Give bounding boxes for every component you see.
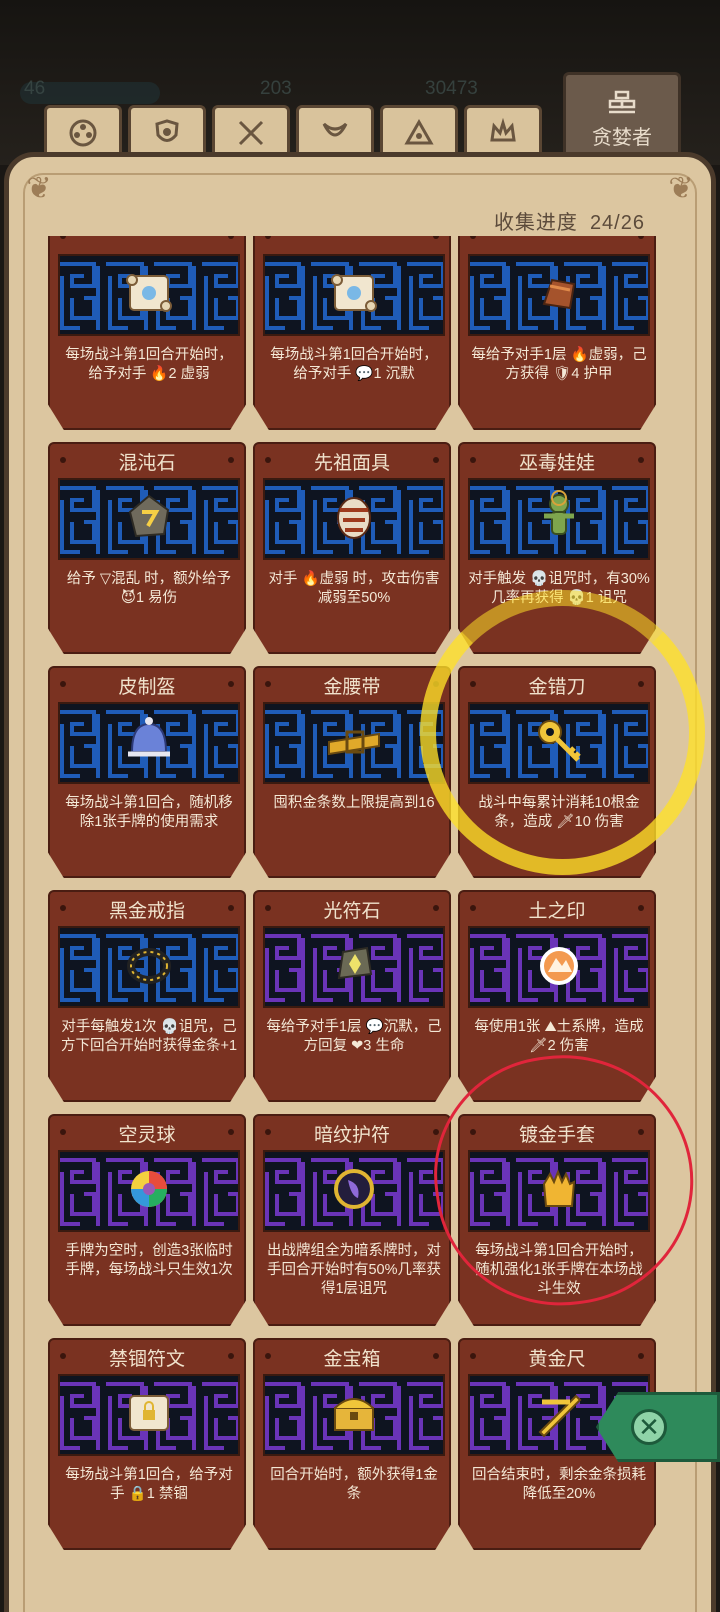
card-description: 给予 ▽混乱 时，额外给予 😈1 易伤	[66, 571, 232, 606]
card-description: 每给予对手1层 🔥虚弱，己方获得 🛡4 护甲	[471, 347, 647, 382]
relic-card[interactable]: 光符石每给予对手1层 💬沉默，己方回复 ❤3 生命	[253, 890, 451, 1102]
tab-shield[interactable]	[128, 105, 206, 157]
tab-triangle[interactable]	[380, 105, 458, 157]
mask-icon	[325, 488, 383, 546]
relic-card[interactable]: 每给予对手1层 🔥虚弱，己方获得 🛡4 护甲	[458, 236, 656, 430]
earth-seal-icon	[530, 936, 588, 994]
relic-card[interactable]: 每场战斗第1回合开始时，给予对手 💬1 沉默	[253, 236, 451, 430]
close-button[interactable]: ✕	[596, 1392, 720, 1462]
card-description: 每场战斗第1回合开始时，给予对手 💬1 沉默	[270, 347, 438, 382]
collection-progress: 收集进度 24/26	[494, 206, 645, 235]
card-description: 每场战斗第1回合，给予对手 🔒1 禁锢	[65, 1467, 233, 1502]
treasure-chest-icon	[325, 1384, 383, 1442]
rainbow-orb-icon	[120, 1160, 178, 1218]
crossed-blades-icon	[238, 120, 264, 145]
progress-label: 收集进度	[493, 212, 578, 234]
tab-greedy-label: 贪婪者	[592, 127, 652, 149]
card-description: 手牌为空时，创造3张临时手牌，每场战斗只生效1次	[65, 1243, 233, 1278]
stat-cards: 203	[260, 78, 292, 99]
stat-gold: 30473	[425, 78, 478, 99]
card-title: 空灵球	[118, 1125, 176, 1146]
relic-card[interactable]: 混沌石给予 ▽混乱 时，额外给予 😈1 易伤	[48, 442, 246, 654]
relic-card[interactable]: 金宝箱回合开始时，额外获得1金条	[253, 1338, 451, 1550]
card-title: 黄金尺	[528, 1349, 586, 1370]
relic-card[interactable]: 每场战斗第1回合开始时，给予对手 🔥2 虚弱	[48, 236, 246, 430]
card-description: 回合开始时，额外获得1金条	[270, 1467, 438, 1502]
card-description: 每给予对手1层 💬沉默，己方回复 ❤3 生命	[266, 1019, 442, 1054]
horn-emblem-icon	[322, 122, 348, 136]
card-title: 先祖面具	[313, 453, 390, 474]
highlight-circle-yellow	[420, 590, 705, 875]
golden-ruler-icon	[530, 1384, 588, 1442]
card-rivet	[228, 236, 234, 239]
card-title: 禁锢符文	[108, 1349, 185, 1370]
scroll-icon	[325, 264, 383, 322]
belt-icon	[325, 712, 383, 770]
card-title: 金宝箱	[323, 1349, 381, 1370]
progress-value: 24/26	[589, 212, 645, 234]
card-title: 黑金戒指	[108, 901, 185, 922]
card-title: 皮制盔	[118, 677, 176, 698]
flower-emblem-icon	[69, 119, 97, 146]
card-description: 出战牌组全为暗系牌时，对手回合开始时有50%几率获得1层诅咒	[266, 1243, 442, 1297]
lock-scroll-icon	[120, 1384, 178, 1442]
relic-card[interactable]: 先祖面具对手 🔥虚弱 时，攻击伤害减弱至50%	[253, 442, 451, 654]
stat-level: 46	[24, 78, 46, 99]
tab-greedy[interactable]: 贪婪者	[563, 72, 681, 162]
corner-ornament-icon: ❦	[26, 172, 52, 205]
crown-emblem-icon	[490, 117, 516, 141]
card-title: 金腰带	[323, 677, 381, 698]
card-description: 每场战斗第1回合开始时，给予对手 🔥2 虚弱	[65, 347, 233, 382]
rune-stone-icon	[325, 936, 383, 994]
gold-bars-icon	[608, 90, 636, 114]
relic-card[interactable]: 空灵球手牌为空时，创造3张临时手牌，每场战斗只生效1次	[48, 1114, 246, 1326]
tab-flower[interactable]	[44, 105, 122, 157]
triangle-emblem-icon	[404, 118, 434, 144]
chaos-stone-icon	[120, 488, 178, 546]
corner-ornament-icon: ❦	[668, 172, 694, 205]
card-description: 对手 🔥虚弱 时，攻击伤害减弱至50%	[268, 571, 440, 606]
relic-grid[interactable]: 每场战斗第1回合开始时，给予对手 🔥2 虚弱 每场战斗第1回合开始时，给予对手 💬…	[40, 236, 685, 1612]
card-title: 土之印	[528, 901, 586, 922]
relic-card[interactable]: 皮制盔每场战斗第1回合，随机移除1张手牌的使用需求	[48, 666, 246, 878]
relic-card[interactable]: 暗纹护符出战牌组全为暗系牌时，对手回合开始时有50%几率获得1层诅咒	[253, 1114, 451, 1326]
voodoo-doll-icon	[530, 488, 588, 546]
card-description: 囤积金条数上限提高到16	[273, 795, 435, 811]
helmet-icon	[120, 712, 178, 770]
close-icon: ✕	[631, 1409, 667, 1445]
card-rivet	[60, 236, 66, 239]
card-title: 暗纹护符	[313, 1125, 390, 1146]
card-rivet	[470, 236, 476, 239]
dark-amulet-icon	[325, 1160, 383, 1218]
tab-blades[interactable]	[212, 105, 290, 157]
card-title: 混沌石	[118, 453, 176, 474]
card-description: 每场战斗第1回合，随机移除1张手牌的使用需求	[65, 795, 233, 830]
tab-horn[interactable]	[296, 105, 374, 157]
card-rivet	[433, 236, 439, 239]
scroll-icon	[120, 264, 178, 322]
card-title: 光符石	[323, 901, 381, 922]
card-description: 对手每触发1次 💀诅咒，己方下回合开始时获得金条+1	[60, 1019, 238, 1054]
tab-crown[interactable]	[464, 105, 542, 157]
relic-card[interactable]: 黑金戒指对手每触发1次 💀诅咒，己方下回合开始时获得金条+1	[48, 890, 246, 1102]
card-title: 巫毒娃娃	[518, 453, 595, 474]
ring-icon	[120, 936, 178, 994]
card-rivet	[265, 236, 271, 239]
card-rivet	[638, 236, 644, 239]
shield-emblem-icon	[155, 118, 179, 142]
bracer-icon	[530, 264, 588, 322]
card-description: 每使用1张 ⛰土系牌，造成 🗡2 伤害	[474, 1019, 644, 1054]
relic-card[interactable]: 金腰带囤积金条数上限提高到16	[253, 666, 451, 878]
card-description: 回合结束时，剩余金条损耗降低至20%	[472, 1467, 646, 1502]
relic-card[interactable]: 禁锢符文每场战斗第1回合，给予对手 🔒1 禁锢	[48, 1338, 246, 1550]
